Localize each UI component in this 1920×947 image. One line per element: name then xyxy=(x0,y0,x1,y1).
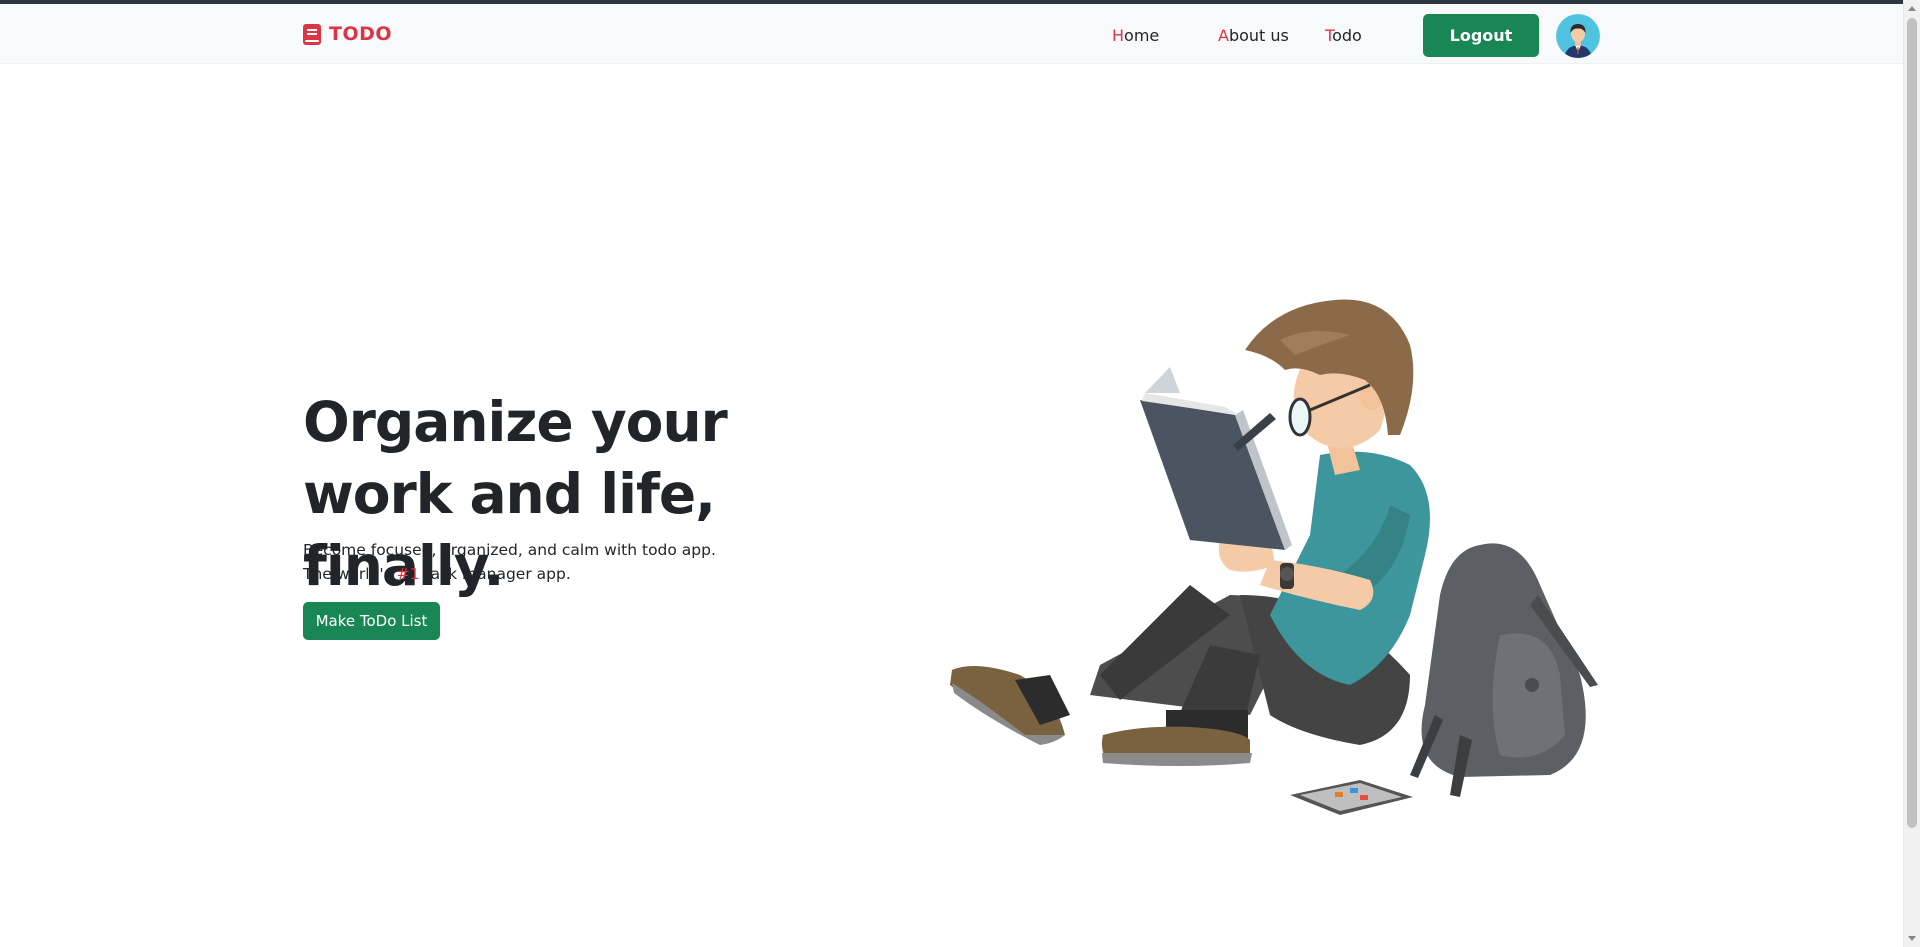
navbar: TODO Home About us Todo Logout xyxy=(0,4,1903,64)
nav-link-about-initial: A xyxy=(1218,26,1229,45)
nav-link-about-rest: bout us xyxy=(1228,26,1289,45)
hero-subtitle-accent: #1 xyxy=(396,565,420,583)
scrollbar-thumb[interactable] xyxy=(1907,18,1917,828)
brand-name: TODO xyxy=(329,23,393,45)
hero-subtitle-line-2-post: task manager app. xyxy=(419,565,571,583)
book-icon xyxy=(303,23,321,45)
logout-button[interactable]: Logout xyxy=(1423,14,1539,57)
book-illustration xyxy=(1140,367,1292,550)
nav-link-home-initial: H xyxy=(1112,26,1125,45)
hero-subtitle-line-2-pre: The world's xyxy=(303,565,397,583)
hero-subtitle-line-1: Become focused, organized, and calm with… xyxy=(303,541,716,559)
nav-link-about[interactable]: About us xyxy=(1218,26,1289,45)
nav-link-home[interactable]: Home xyxy=(1112,26,1159,45)
tablet-illustration xyxy=(1290,780,1413,815)
nav-link-todo-initial: T xyxy=(1325,26,1333,45)
hero-title-line-1: Organize your xyxy=(303,390,728,454)
user-avatar-icon[interactable] xyxy=(1556,14,1600,58)
student-reading-illustration xyxy=(950,299,1598,815)
backpack-illustration xyxy=(1410,543,1598,797)
brand-logo[interactable]: TODO xyxy=(303,23,392,45)
vertical-scrollbar[interactable] xyxy=(1903,0,1920,947)
nav-link-home-rest: ome xyxy=(1124,26,1160,45)
scroll-up-arrow-icon[interactable] xyxy=(1908,6,1916,11)
scroll-down-arrow-icon[interactable] xyxy=(1908,936,1916,941)
make-todo-list-button[interactable]: Make ToDo List xyxy=(303,602,440,640)
nav-link-todo-rest: odo xyxy=(1332,26,1362,45)
nav-link-todo[interactable]: Todo xyxy=(1325,26,1362,45)
hero-subtitle: Become focused, organized, and calm with… xyxy=(303,538,716,586)
